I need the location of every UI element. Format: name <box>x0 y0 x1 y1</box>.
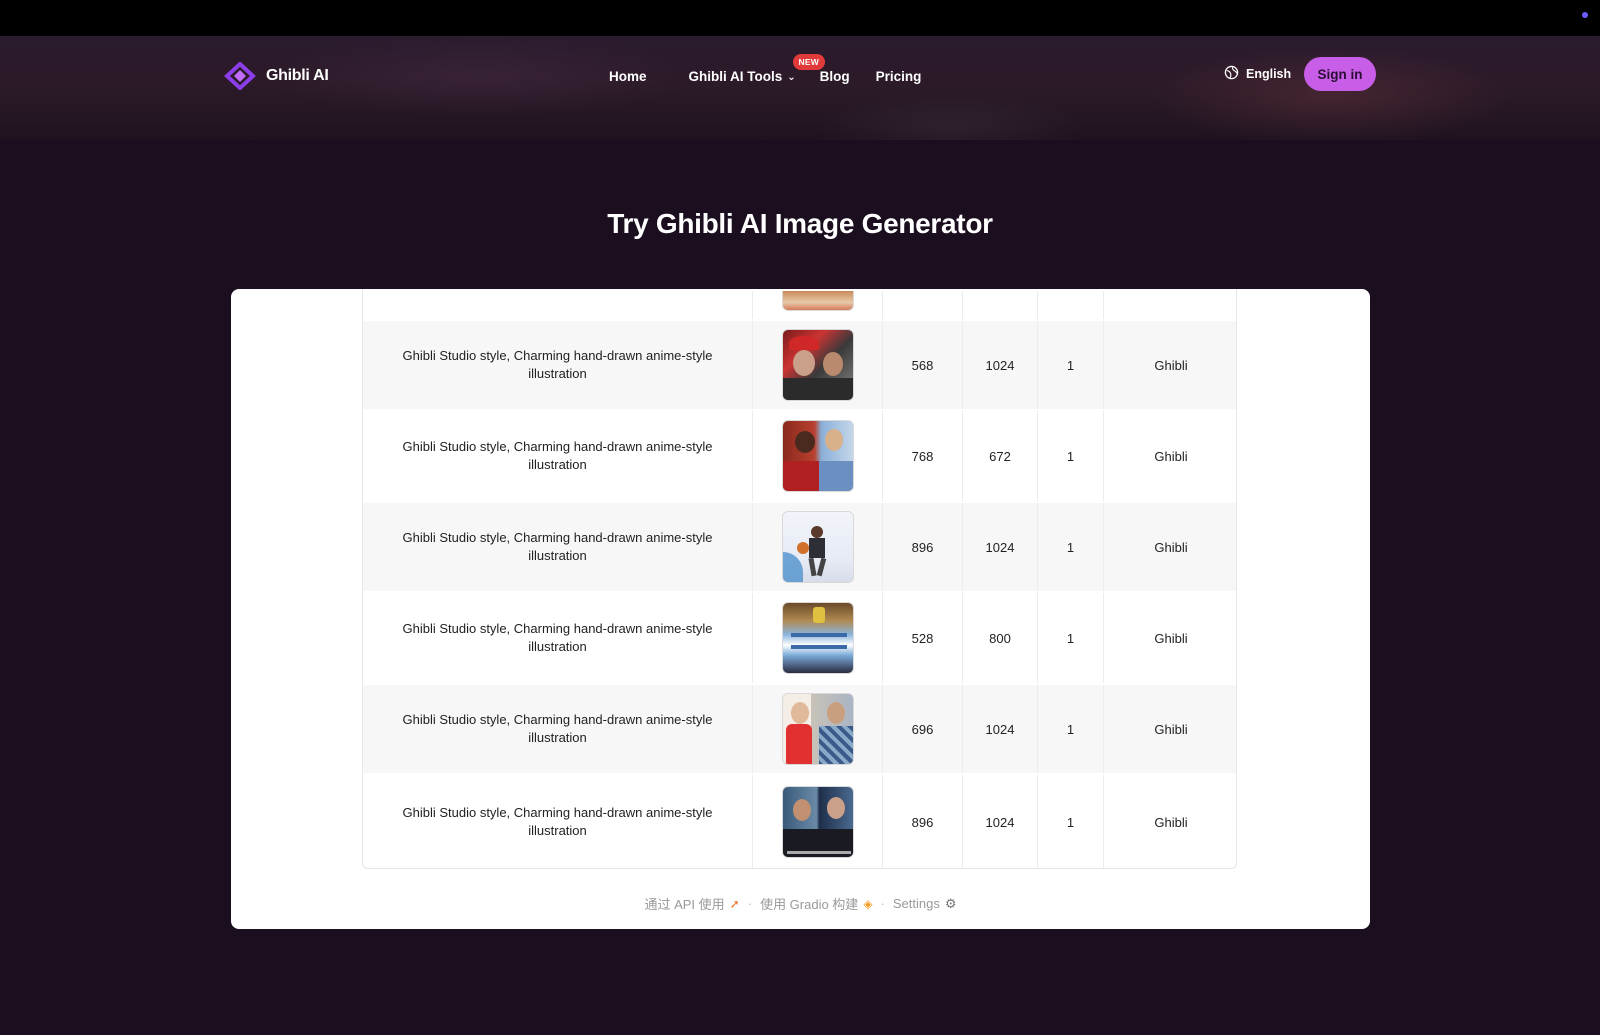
chevron-down-icon: ⌄ <box>787 71 796 83</box>
page-title: Try Ghibli AI Image Generator <box>607 208 993 239</box>
count-cell: 1 <box>1038 775 1104 868</box>
style-cell: Ghibli <box>1154 357 1188 373</box>
prompt-cell: Ghibli Studio style, Charming hand-drawn… <box>363 775 753 868</box>
width-cell: 696 <box>883 685 963 773</box>
prompt-cell: Ghibli Studio style, Charming hand-drawn… <box>363 503 753 591</box>
gradio-logo-icon: ◈ <box>863 896 873 911</box>
width-cell: 896 <box>883 503 963 591</box>
height-cell: 1024 <box>963 685 1038 773</box>
nav-tools-menu[interactable]: Ghibli AI Tools ⌄ NEW <box>688 53 825 84</box>
table-row[interactable]: Ghibli Studio style, Charming hand-drawn… <box>363 773 1236 868</box>
site-header: Ghibli AI Home Ghibli AI Tools ⌄ NEW Blo… <box>0 36 1600 140</box>
gradio-label: 使用 Gradio 构建 <box>760 897 859 912</box>
image-thumbnail[interactable] <box>781 420 854 492</box>
image-thumbnail[interactable] <box>781 511 854 583</box>
image-thumbnail[interactable] <box>781 786 854 858</box>
table-row[interactable] <box>363 289 1236 319</box>
logo[interactable]: Ghibli AI <box>224 62 329 90</box>
language-selector[interactable]: English <box>1224 65 1291 83</box>
image-thumbnail[interactable] <box>781 602 854 674</box>
prompt-cell: Ghibli Studio style, Charming hand-drawn… <box>363 411 753 501</box>
table-row[interactable]: Ghibli Studio style, Charming hand-drawn… <box>363 409 1236 501</box>
count-cell: 1 <box>1038 321 1104 409</box>
examples-table: Ghibli Studio style, Charming hand-drawn… <box>362 289 1237 869</box>
width-cell: 896 <box>883 775 963 868</box>
count-cell: 1 <box>1038 503 1104 591</box>
main-nav: Home Ghibli AI Tools ⌄ NEW Blog Pricing <box>609 53 922 86</box>
api-link[interactable]: 通过 API 使用 ➚ <box>644 894 739 913</box>
table-row[interactable]: Ghibli Studio style, Charming hand-drawn… <box>363 319 1236 409</box>
count-cell: 1 <box>1038 593 1104 683</box>
width-cell: 528 <box>883 593 963 683</box>
prompt-cell: Ghibli Studio style, Charming hand-drawn… <box>363 321 753 409</box>
new-badge: NEW <box>792 53 825 70</box>
count-cell: 1 <box>1038 685 1104 773</box>
separator-dot: · <box>880 896 885 911</box>
gradio-link[interactable]: 使用 Gradio 构建 ◈ <box>760 894 872 913</box>
sign-in-button[interactable]: Sign in <box>1304 57 1376 91</box>
settings-link[interactable]: Settings ⚙ <box>893 896 957 912</box>
settings-label: Settings <box>892 896 940 911</box>
style-cell: Ghibli <box>1154 630 1188 646</box>
generator-card: Ghibli Studio style, Charming hand-drawn… <box>231 289 1370 929</box>
rocket-icon: ➚ <box>729 896 740 911</box>
api-label: 通过 API 使用 <box>644 897 725 912</box>
height-cell: 1024 <box>963 503 1038 591</box>
style-cell: Ghibli <box>1154 539 1188 555</box>
browser-top-bar <box>0 0 1600 36</box>
prompt-cell: Ghibli Studio style, Charming hand-drawn… <box>363 593 753 683</box>
nav-tools-label: Ghibli AI Tools <box>688 68 783 84</box>
height-cell: 800 <box>963 593 1038 683</box>
style-cell: Ghibli <box>1154 721 1188 737</box>
nav-blog-link[interactable]: Blog <box>820 69 850 84</box>
height-cell: 672 <box>963 411 1038 501</box>
separator-dot: · <box>747 896 753 911</box>
logo-text: Ghibli AI <box>266 67 329 84</box>
gear-icon: ⚙ <box>944 895 957 911</box>
prompt-cell: Ghibli Studio style, Charming hand-drawn… <box>363 685 753 773</box>
gradio-footer: 通过 API 使用 ➚ · 使用 Gradio 构建 ◈ · Settings … <box>231 894 1370 913</box>
image-thumbnail[interactable] <box>781 291 854 311</box>
table-row[interactable]: Ghibli Studio style, Charming hand-drawn… <box>363 683 1236 773</box>
language-label: English <box>1246 67 1292 81</box>
height-cell: 1024 <box>963 321 1038 409</box>
table-row[interactable]: Ghibli Studio style, Charming hand-drawn… <box>363 591 1236 683</box>
status-dot <box>1582 12 1588 18</box>
image-thumbnail[interactable] <box>781 329 854 401</box>
height-cell: 1024 <box>963 775 1038 868</box>
nav-pricing-link[interactable]: Pricing <box>876 69 922 84</box>
style-cell: Ghibli <box>1154 814 1188 830</box>
image-thumbnail[interactable] <box>781 693 854 765</box>
table-row[interactable]: Ghibli Studio style, Charming hand-drawn… <box>363 501 1236 591</box>
globe-icon <box>1224 65 1239 83</box>
count-cell: 1 <box>1038 411 1104 501</box>
logo-diamond-icon <box>224 62 256 90</box>
nav-home-link[interactable]: Home <box>609 69 647 84</box>
width-cell: 768 <box>883 411 963 501</box>
style-cell: Ghibli <box>1154 448 1188 464</box>
width-cell: 568 <box>883 321 963 409</box>
